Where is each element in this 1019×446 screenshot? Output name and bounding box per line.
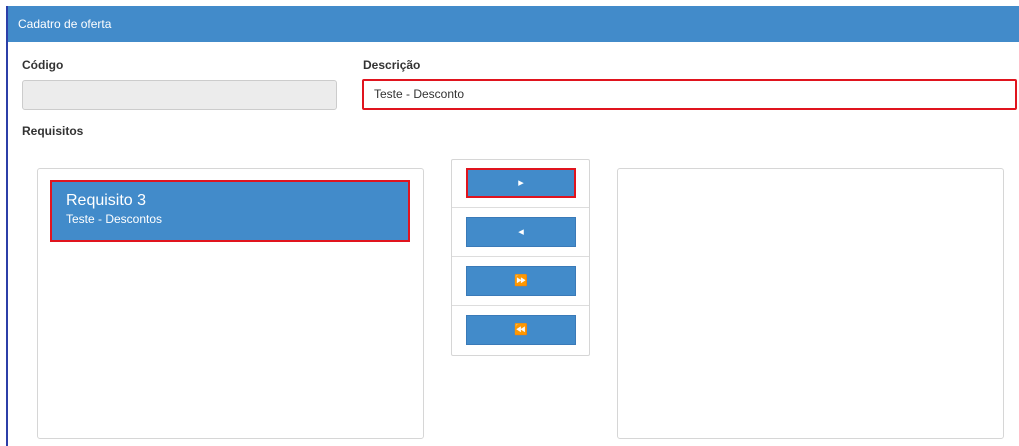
button-divider	[452, 305, 589, 306]
descricao-label: Descrição	[363, 58, 421, 72]
button-divider	[452, 207, 589, 208]
available-requisitos-list[interactable]: Requisito 3 Teste - Descontos	[37, 168, 424, 439]
chevron-right-icon: ▸	[518, 177, 524, 189]
window-title-bar: Cadatro de oferta	[8, 6, 1019, 42]
move-all-left-button[interactable]: ⏪	[466, 315, 576, 345]
transfer-button-group: ▸ ◂ ⏩ ⏪	[451, 159, 590, 356]
selected-requisitos-list[interactable]	[617, 168, 1004, 439]
requisitos-label: Requisitos	[22, 124, 84, 138]
list-item[interactable]: Requisito 3 Teste - Descontos	[50, 180, 410, 242]
move-all-right-button[interactable]: ⏩	[466, 266, 576, 296]
chevron-left-icon: ◂	[518, 226, 524, 238]
move-right-button[interactable]: ▸	[466, 168, 576, 198]
codigo-field[interactable]	[22, 80, 337, 110]
codigo-label: Código	[22, 58, 64, 72]
button-divider	[452, 256, 589, 257]
double-chevron-left-icon: ⏪	[514, 324, 528, 336]
move-left-button[interactable]: ◂	[466, 217, 576, 247]
window-title: Cadatro de oferta	[18, 17, 112, 31]
list-item-title: Requisito 3	[66, 192, 147, 209]
double-chevron-right-icon: ⏩	[514, 275, 528, 287]
list-item-subtitle: Teste - Descontos	[66, 212, 163, 226]
descricao-field[interactable]: Teste - Desconto	[362, 79, 1017, 110]
